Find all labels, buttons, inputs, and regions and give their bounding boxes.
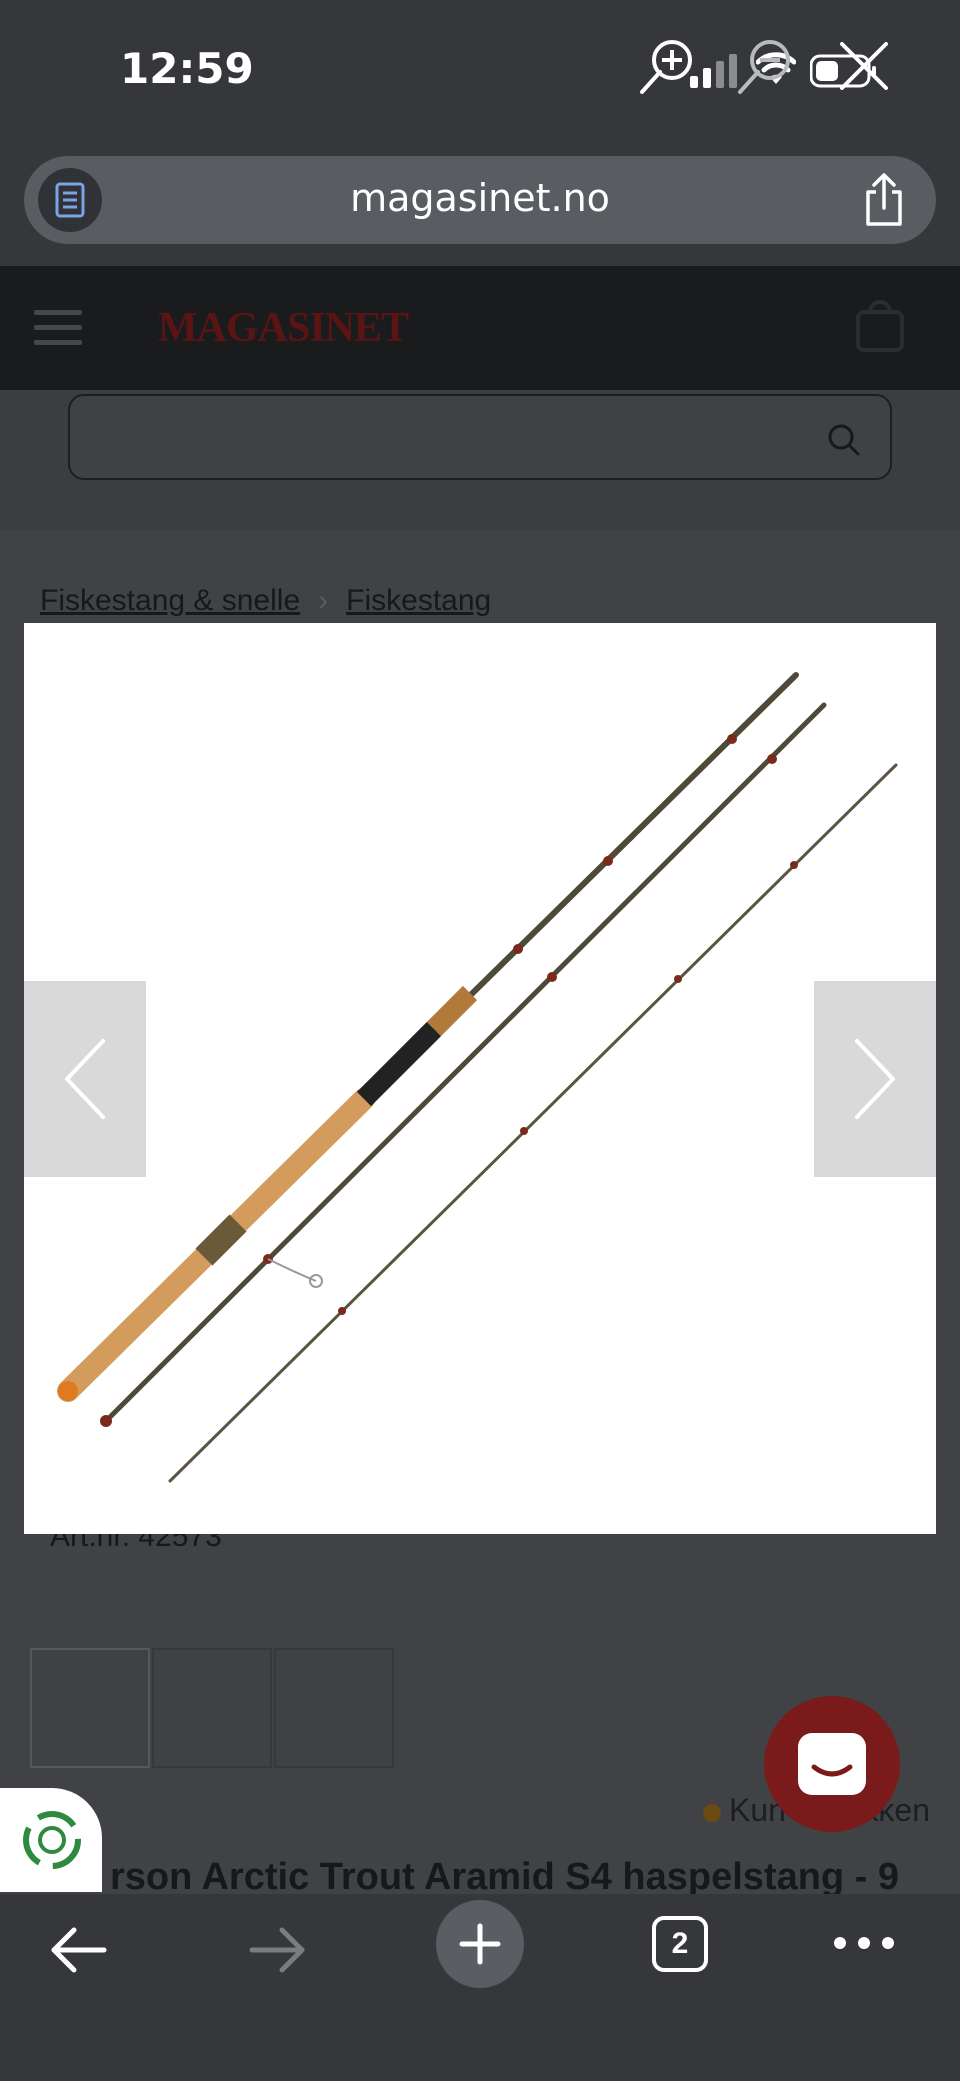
stock-indicator-icon	[702, 1803, 721, 1822]
thumbnail-3[interactable]	[274, 1648, 394, 1768]
breadcrumb-link-subcategory[interactable]: Fiskestang	[346, 584, 491, 617]
url-text[interactable]: magasinet.no	[24, 176, 936, 220]
fishing-rod-image	[57, 672, 898, 1483]
search-strip	[0, 390, 960, 530]
status-time: 12:59	[120, 44, 254, 93]
site-header: MAGASINET	[0, 266, 960, 390]
search-input[interactable]	[68, 394, 892, 480]
menu-icon[interactable]	[34, 310, 82, 346]
chevron-right-icon: ›	[318, 584, 329, 617]
browser-address-area: magasinet.no	[0, 140, 960, 266]
close-icon[interactable]	[836, 38, 892, 94]
recycle-icon	[23, 1811, 81, 1869]
breadcrumb-link-category[interactable]: Fiskestang & snelle	[40, 584, 300, 617]
address-bar[interactable]: magasinet.no	[24, 156, 936, 244]
chevron-right-icon	[855, 1039, 895, 1119]
product-title: rson Arctic Trout Aramid S4 haspelstang …	[110, 1856, 900, 1898]
next-image-button[interactable]	[814, 981, 936, 1177]
thumbnail-2[interactable]	[152, 1648, 272, 1768]
breadcrumb: Fiskestang & snelle › Fiskestang	[40, 584, 491, 618]
previous-image-button[interactable]	[24, 981, 146, 1177]
chat-button[interactable]	[764, 1696, 900, 1832]
back-arrow-icon[interactable]	[48, 1924, 108, 1976]
recycle-badge[interactable]	[0, 1788, 102, 1892]
forward-arrow-icon[interactable]	[248, 1924, 308, 1976]
share-icon[interactable]	[860, 172, 908, 228]
zoom-out-icon[interactable]	[734, 34, 798, 98]
more-options-icon[interactable]	[834, 1928, 894, 1958]
status-bar: 12:59	[0, 0, 960, 140]
product-image-lightbox[interactable]	[24, 623, 936, 1534]
zoom-in-icon[interactable]	[636, 34, 700, 98]
browser-toolbar: 2	[0, 1894, 960, 2081]
tabs-button[interactable]: 2	[652, 1916, 708, 1972]
cart-icon[interactable]	[850, 296, 910, 356]
new-tab-button[interactable]	[436, 1900, 524, 1988]
plus-icon	[459, 1923, 501, 1965]
thumbnail-1[interactable]	[30, 1648, 150, 1768]
search-icon[interactable]	[826, 422, 862, 458]
site-logo[interactable]: MAGASINET	[158, 304, 409, 352]
chat-icon	[798, 1733, 866, 1795]
chevron-left-icon	[65, 1039, 105, 1119]
